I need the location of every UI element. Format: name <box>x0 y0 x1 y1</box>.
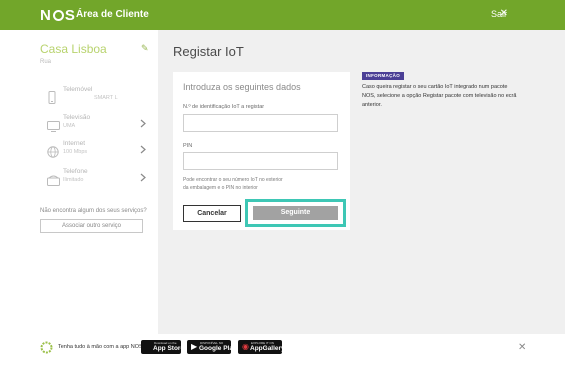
pin-label: PIN <box>183 143 193 149</box>
service-detail: 100 Mbps <box>63 149 88 155</box>
missing-service-text: Não encontra algum dos seus serviços? <box>40 208 147 214</box>
service-item-televisao[interactable]: Televisão UMA <box>40 114 148 138</box>
service-item-telefone[interactable]: Telefone Ilimitado <box>40 168 148 192</box>
iot-form-card: Introduza os seguintes dados N.º de iden… <box>173 72 350 230</box>
chevron-right-icon <box>140 173 146 184</box>
top-bar: NS Área de Cliente Sair ✕ <box>0 0 565 30</box>
store-name: AppGallery <box>250 345 285 352</box>
service-item-telemovel[interactable]: Telemóvel SMART L <box>40 86 148 110</box>
next-button[interactable]: Seguinte <box>253 206 338 220</box>
service-name: Internet <box>63 140 86 147</box>
google-play-icon: ▶ <box>191 342 198 351</box>
app-store-badge[interactable]: Download on the App Store <box>141 340 185 354</box>
google-play-badge[interactable]: ▶ DISPONÍVEL NO Google Play <box>187 340 237 354</box>
iot-number-label: N.º de identificação IoT a registar <box>183 104 265 110</box>
service-detail: SMART L <box>94 95 118 101</box>
info-text: Caso queira registar o seu cartão IoT in… <box>362 84 517 108</box>
sidebar: Casa Lisboa Rua ✎ Telemóvel SMART L Tele… <box>0 30 158 334</box>
page-title: Registar IoT <box>173 44 244 59</box>
service-detail: UMA <box>63 123 76 129</box>
phone-icon <box>47 91 61 104</box>
store-name: Google Play <box>199 345 237 352</box>
chevron-right-icon <box>140 145 146 156</box>
next-button-highlight: Seguinte <box>245 199 346 227</box>
pencil-icon[interactable]: ✎ <box>141 43 149 54</box>
globe-icon <box>47 145 61 158</box>
account-address: Rua <box>40 59 52 65</box>
chevron-right-icon <box>140 119 146 130</box>
landline-icon <box>47 173 61 186</box>
main-content: Registar IoT Introduza os seguintes dado… <box>158 30 565 334</box>
pin-input[interactable] <box>183 152 338 170</box>
info-badge: INFORMAÇÃO <box>362 72 404 80</box>
close-icon[interactable]: ✕ <box>500 8 508 19</box>
iot-number-input[interactable] <box>183 114 338 132</box>
nos-app-icon <box>40 341 53 354</box>
service-name: Telemóvel <box>63 86 93 93</box>
close-icon[interactable]: ✕ <box>518 342 526 353</box>
app-banner: Tenha tudo à mão com a app NOS Download … <box>0 334 565 369</box>
cancel-button[interactable]: Cancelar <box>183 205 241 222</box>
huawei-icon: ◉ <box>242 342 249 351</box>
associate-service-button[interactable]: Associar outro serviço <box>40 219 143 233</box>
app-promo-text: Tenha tudo à mão com a app NOS <box>58 344 143 350</box>
service-name: Televisão <box>63 114 91 121</box>
tv-icon <box>47 119 61 132</box>
store-name: App Store <box>153 345 185 352</box>
hint-text: Pode encontrar o seu número IoT no exter… <box>183 177 293 192</box>
service-item-internet[interactable]: Internet 100 Mbps <box>40 140 148 164</box>
hint-line-2: da embalagem e o PIN no interior <box>183 184 258 191</box>
service-name: Telefone <box>63 168 88 175</box>
app-gallery-badge[interactable]: ◉ EXPLORE IT ON AppGallery <box>238 340 285 354</box>
form-heading: Introduza os seguintes dados <box>183 82 301 92</box>
portal-title: Área de Cliente <box>76 9 149 20</box>
account-name: Casa Lisboa <box>40 42 107 56</box>
service-detail: Ilimitado <box>63 177 84 183</box>
hint-line-1: Pode encontrar o seu número IoT no exter… <box>183 177 283 183</box>
nos-logo[interactable]: NS <box>40 7 76 24</box>
